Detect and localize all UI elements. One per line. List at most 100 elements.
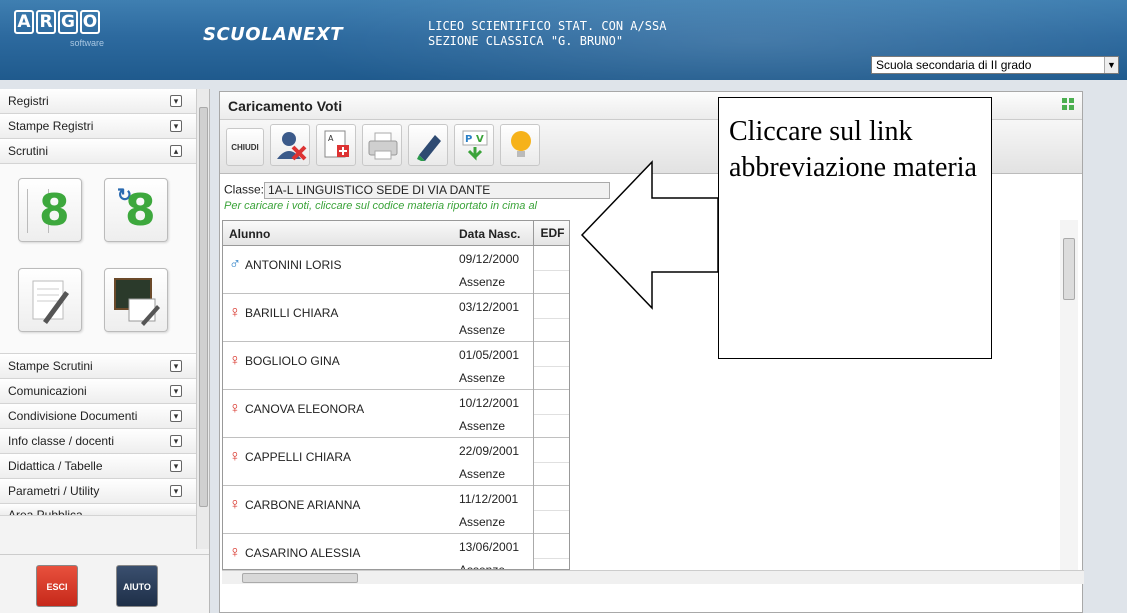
sidebar-item-label: Stampe Registri — [8, 119, 94, 133]
school-line-2: SEZIONE CLASSICA "G. BRUNO" — [428, 34, 624, 48]
scrollbar-thumb[interactable] — [1063, 238, 1075, 300]
callout-box: Cliccare sul link abbreviazione materia — [718, 97, 992, 359]
callout-text: Cliccare sul link abbreviazione materia — [729, 116, 977, 183]
column-header-alunno[interactable]: Alunno — [229, 227, 270, 241]
sidebar-item-scrutini[interactable]: Scrutini ▴ — [0, 139, 196, 164]
sidebar-scrollbar[interactable] — [196, 89, 209, 549]
absences-label: Assenze — [459, 275, 506, 289]
maximize-icon[interactable] — [1062, 98, 1074, 110]
absences-label: Assenze — [459, 323, 506, 337]
classe-row: Classe: 1A-L LINGUISTICO SEDE DI VIA DANT… — [224, 182, 611, 199]
sidebar-item-label: Didattica / Tabelle — [8, 459, 103, 473]
pv-export-button[interactable]: PV — [454, 124, 494, 166]
sidebar-item-stampe-scrutini[interactable]: Stampe Scrutini ▾ — [0, 354, 196, 379]
grade-cell[interactable] — [533, 246, 569, 294]
edit-button[interactable] — [408, 124, 448, 166]
classe-label: Classe: — [224, 182, 265, 197]
student-name-text: BOGLIOLO GINA — [245, 354, 340, 368]
expand-icon[interactable]: ▾ — [170, 460, 182, 472]
app-window: A R G O software SCUOLANEXT LICEO SCIENT… — [0, 0, 1127, 613]
grade-cell[interactable] — [533, 438, 569, 486]
student-name: ♀ CANOVA ELEONORA — [229, 400, 364, 418]
esci-label: ESCI — [46, 582, 68, 592]
grid-horizontal-scrollbar[interactable] — [222, 570, 1084, 584]
lightbulb-icon — [511, 131, 531, 157]
school-grade-select[interactable]: Scuola secondaria di II grado ▼ — [871, 56, 1119, 74]
page-title-text: Caricamento Voti — [228, 98, 343, 114]
collapse-icon[interactable]: ▴ — [170, 145, 182, 157]
notes-edit-icon[interactable] — [18, 268, 82, 332]
expand-icon[interactable]: ▾ — [170, 95, 182, 107]
school-name: LICEO SCIENTIFICO STAT. CON A/SSA SEZION… — [428, 19, 666, 49]
sidebar-item-didattica[interactable]: Didattica / Tabelle ▾ — [0, 454, 196, 479]
sidebar-item-info-classe[interactable]: Info classe / docenti ▾ — [0, 429, 196, 454]
expand-icon[interactable]: ▾ — [170, 385, 182, 397]
instruction-hint: Per caricare i voti, cliccare sul codice… — [224, 200, 538, 212]
logo-letter: A — [14, 10, 34, 34]
student-dob: 22/09/2001 — [459, 444, 520, 458]
print-button[interactable] — [362, 124, 402, 166]
cell-divider — [534, 366, 569, 367]
esci-button[interactable]: ESCI — [36, 565, 78, 607]
student-name: ♀ CAPPELLI CHIARA — [229, 448, 351, 466]
student-name-text: CARBONE ARIANNA — [245, 498, 361, 512]
sidebar-item-parametri[interactable]: Parametri / Utility ▾ — [0, 479, 196, 504]
grade-entry-icon[interactable]: 8 — [18, 178, 82, 242]
grade-cell[interactable] — [533, 486, 569, 534]
scrutini-panel: 8 ↻ 8 — [0, 164, 196, 354]
grade-refresh-icon[interactable]: ↻ 8 — [104, 178, 168, 242]
sidebar-item-label: Stampe Scrutini — [8, 359, 93, 373]
sidebar-item-stampe-registri[interactable]: Stampe Registri ▾ — [0, 114, 196, 139]
sidebar-item-area-pubblica[interactable]: Area Pubblica — [0, 504, 196, 516]
expand-icon[interactable]: ▾ — [170, 360, 182, 372]
chiudi-button[interactable]: CHIUDI — [226, 128, 264, 166]
column-header-data-nasc[interactable]: Data Nasc. — [459, 227, 520, 241]
expand-icon[interactable]: ▾ — [170, 410, 182, 422]
subject-link-edf[interactable]: EDF — [533, 221, 569, 246]
sidebar-item-condivisione[interactable]: Condivisione Documenti ▾ — [0, 404, 196, 429]
sidebar: Registri ▾ Stampe Registri ▾ Scrutini ▴ 8 ↻… — [0, 89, 210, 613]
grade-cell[interactable] — [533, 342, 569, 390]
female-icon: ♀ — [229, 448, 241, 465]
svg-text:V: V — [476, 134, 484, 145]
scrollbar-thumb[interactable] — [199, 107, 208, 507]
table-row: ♀ BOGLIOLO GINA 01/05/2001 Assenze — [223, 342, 569, 390]
expand-icon[interactable]: ▾ — [170, 485, 182, 497]
sidebar-item-label: Registri — [8, 94, 49, 108]
marker-icon — [417, 135, 441, 161]
sidebar-item-label: Comunicazioni — [8, 384, 87, 398]
expand-icon[interactable]: ▾ — [170, 120, 182, 132]
table-row: ♀ CARBONE ARIANNA 11/12/2001 Assenze — [223, 486, 569, 534]
students-grid: Alunno Data Nasc. EDF ♂ ANTONINI LORIS 09/… — [222, 220, 570, 570]
scrollbar-thumb[interactable] — [242, 573, 358, 583]
student-dob: 09/12/2000 — [459, 252, 520, 266]
printer-icon — [368, 132, 398, 160]
sidebar-item-comunicazioni[interactable]: Comunicazioni ▾ — [0, 379, 196, 404]
chevron-down-icon[interactable]: ▼ — [1104, 57, 1118, 73]
sidebar-item-registri[interactable]: Registri ▾ — [0, 89, 196, 114]
female-icon: ♀ — [229, 400, 241, 417]
remove-student-button[interactable] — [270, 124, 310, 166]
grid-vertical-scrollbar[interactable] — [1060, 220, 1078, 570]
tips-button[interactable] — [500, 124, 540, 166]
school-line-1: LICEO SCIENTIFICO STAT. CON A/SSA — [428, 19, 667, 33]
grade-cell[interactable] — [533, 390, 569, 438]
callout-arrow-icon — [580, 160, 719, 310]
eight-glyph: 8 — [125, 185, 156, 236]
student-name: ♀ CASARINO ALESSIA — [229, 544, 360, 562]
expand-icon[interactable]: ▾ — [170, 435, 182, 447]
student-name: ♀ CARBONE ARIANNA — [229, 496, 360, 514]
grid-rows: ♂ ANTONINI LORIS 09/12/2000 Assenze ♀ BARILLI… — [223, 246, 569, 569]
grade-cell[interactable] — [533, 294, 569, 342]
aiuto-button[interactable]: AIUTO — [116, 565, 158, 607]
grid-header: Alunno Data Nasc. EDF — [223, 221, 569, 246]
grade-cell[interactable] — [533, 534, 569, 569]
blackboard-edit-icon[interactable] — [104, 268, 168, 332]
male-icon: ♂ — [229, 256, 241, 273]
pencil-paper-icon — [32, 280, 69, 324]
grade-sheet-icon: A — [324, 130, 349, 158]
grade-add-button[interactable]: A — [316, 124, 356, 166]
student-name: ♂ ANTONINI LORIS — [229, 256, 341, 274]
student-dob: 13/06/2001 — [459, 540, 520, 554]
sidebar-item-label: Scrutini — [8, 144, 49, 158]
